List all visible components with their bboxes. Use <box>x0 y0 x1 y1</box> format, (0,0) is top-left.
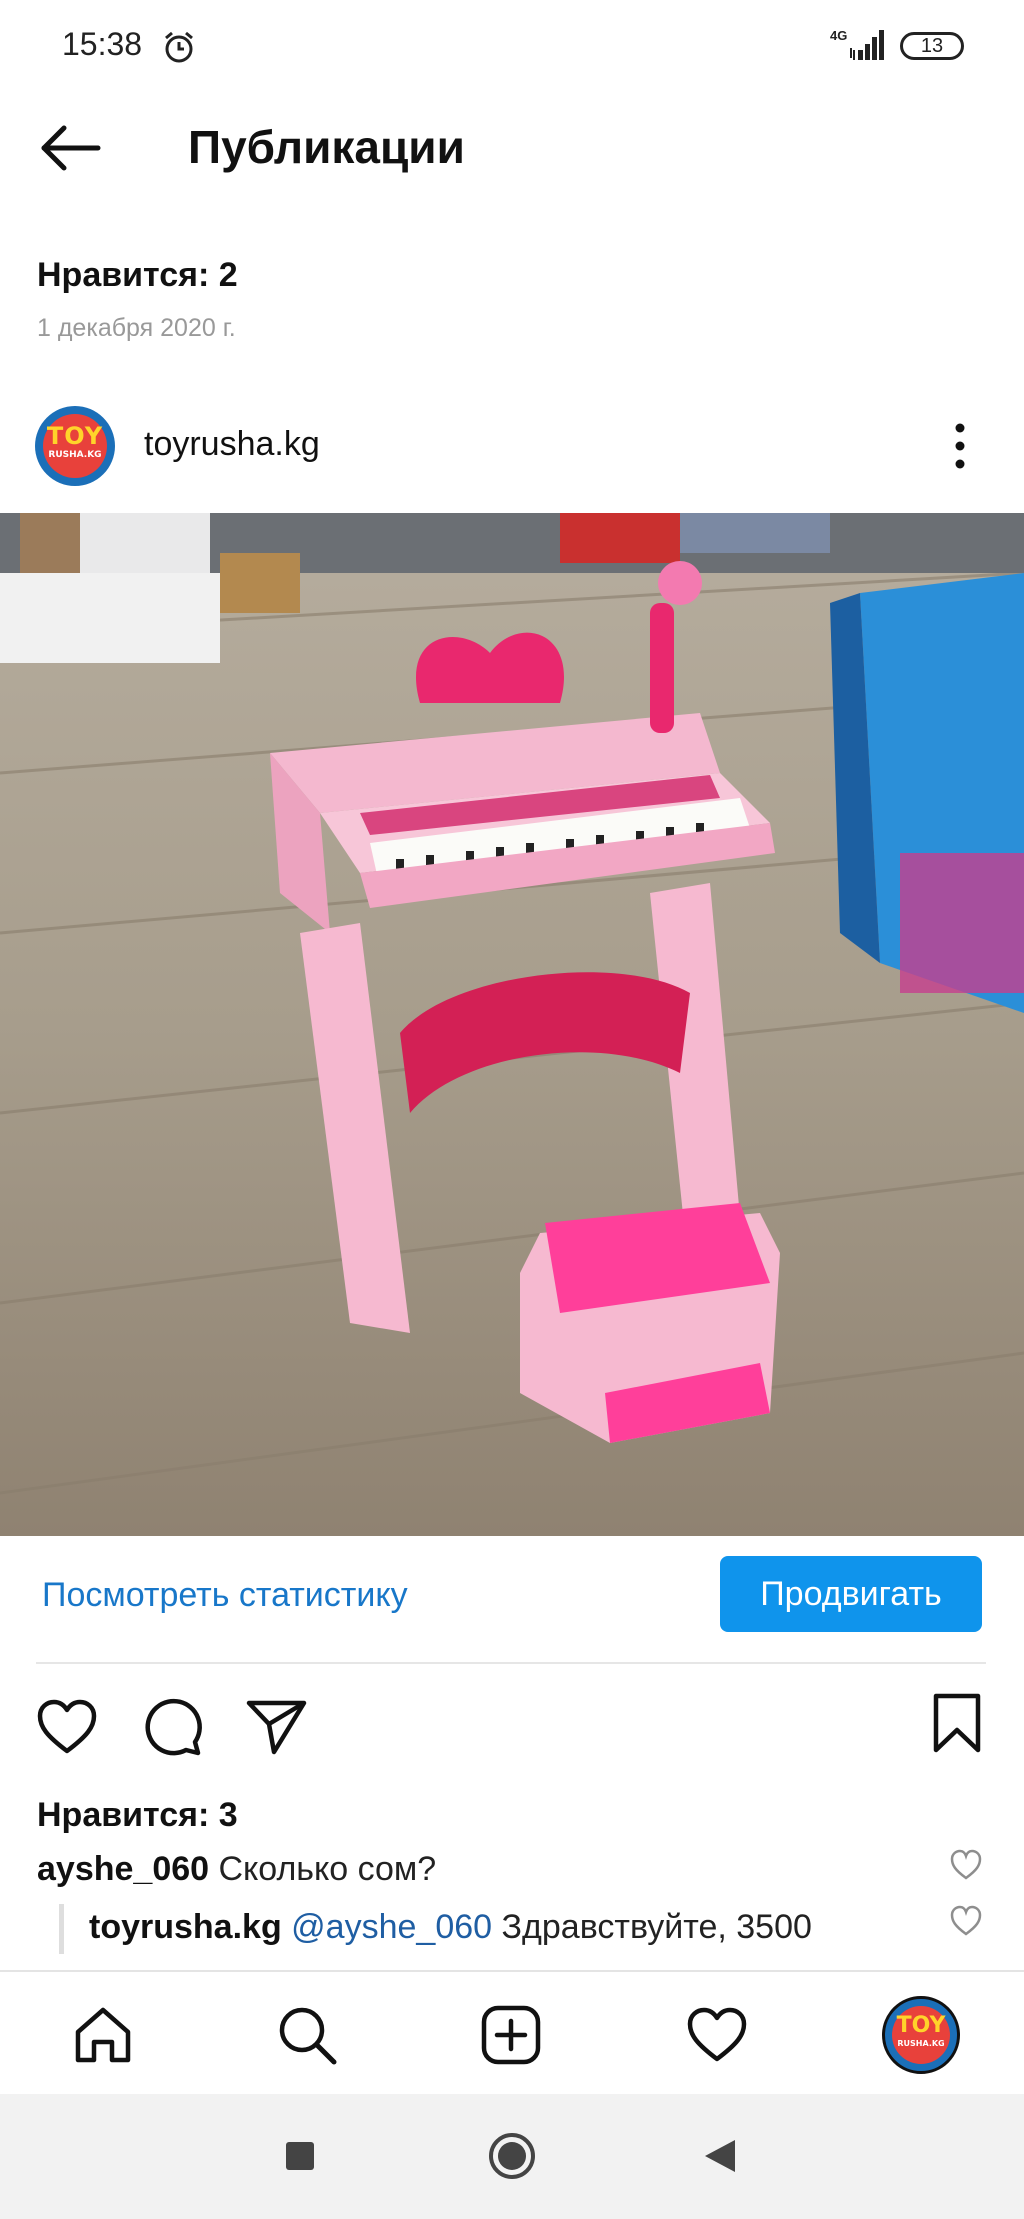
avatar[interactable]: TOY RUSHA.KG <box>35 406 115 486</box>
status-time: 15:38 <box>62 26 143 62</box>
share-button[interactable] <box>244 1694 310 1760</box>
like-button[interactable] <box>34 1694 100 1760</box>
comment: ayshe_060 Сколько сом? <box>37 1850 436 1889</box>
back-button[interactable] <box>36 118 106 178</box>
page-title: Публикации <box>188 121 465 173</box>
nav-search[interactable] <box>274 2002 340 2068</box>
post-image[interactable] <box>0 513 1024 1536</box>
nav-activity[interactable] <box>684 2002 750 2068</box>
arrow-left-icon <box>41 125 101 171</box>
heart-icon <box>37 1699 97 1754</box>
reply-text: Здравствуйте, 3500 <box>501 1908 812 1946</box>
heart-icon <box>950 1849 982 1880</box>
reply-comment: toyrusha.kg @ayshe_060 Здравствуйте, 350… <box>89 1908 812 1947</box>
avatar-logo-subtext: RUSHA.KG <box>48 450 102 460</box>
comment-like-button[interactable] <box>949 1848 983 1882</box>
view-insights-link[interactable]: Посмотреть статистику <box>42 1576 408 1615</box>
triangle-back-icon <box>705 2140 735 2172</box>
avatar-logo-text: TOY <box>896 2013 946 2038</box>
save-button[interactable] <box>924 1690 990 1756</box>
battery-indicator: 13 <box>900 32 964 60</box>
recents-button[interactable] <box>285 2141 315 2171</box>
more-options-button[interactable] <box>945 416 975 476</box>
comment-text: Сколько сом? <box>218 1850 437 1888</box>
comment-icon <box>145 1698 202 1756</box>
post-username[interactable]: toyrusha.kg <box>144 425 320 464</box>
reply-indent-bar <box>59 1904 64 1954</box>
heart-icon <box>687 2007 747 2062</box>
bookmark-icon <box>933 1693 981 1753</box>
system-navigation-bar <box>0 2094 1024 2219</box>
home-icon <box>75 2007 131 2063</box>
reply-username[interactable]: toyrusha.kg <box>89 1908 282 1946</box>
nav-profile-avatar[interactable]: TOY RUSHA.KG <box>882 1996 960 2074</box>
reply-mention[interactable]: @ayshe_060 <box>291 1908 492 1946</box>
reply-like-button[interactable] <box>949 1904 983 1938</box>
divider <box>36 1662 986 1664</box>
square-icon <box>286 2142 314 2170</box>
bottom-navigation: TOY RUSHA.KG <box>0 1970 1024 2094</box>
send-icon <box>246 1700 307 1755</box>
post-date: 1 декабря 2020 г. <box>37 314 236 342</box>
status-bar: 15:38 4G 13 <box>0 0 1024 96</box>
nav-home[interactable] <box>70 2002 136 2068</box>
heart-icon <box>950 1905 982 1936</box>
post-likes-count[interactable]: Нравится: 3 <box>37 1796 238 1835</box>
likes-count[interactable]: Нравится: 2 <box>37 256 238 295</box>
comment-username[interactable]: ayshe_060 <box>37 1850 209 1888</box>
more-vertical-icon <box>955 423 965 469</box>
promote-button[interactable]: Продвигать <box>720 1556 982 1632</box>
network-type: 4G <box>830 28 848 43</box>
alarm-icon <box>165 31 193 63</box>
avatar-logo-text: TOY <box>46 422 104 450</box>
back-system-button[interactable] <box>703 2138 737 2174</box>
signal-icon <box>850 30 884 60</box>
add-post-icon <box>481 2005 541 2065</box>
search-icon <box>279 2007 337 2065</box>
nav-add-post[interactable] <box>478 2002 544 2068</box>
avatar-logo-subtext: RUSHA.KG <box>897 2039 945 2048</box>
comment-button[interactable] <box>140 1694 206 1760</box>
circle-icon <box>489 2133 535 2179</box>
home-system-button[interactable] <box>487 2131 537 2181</box>
